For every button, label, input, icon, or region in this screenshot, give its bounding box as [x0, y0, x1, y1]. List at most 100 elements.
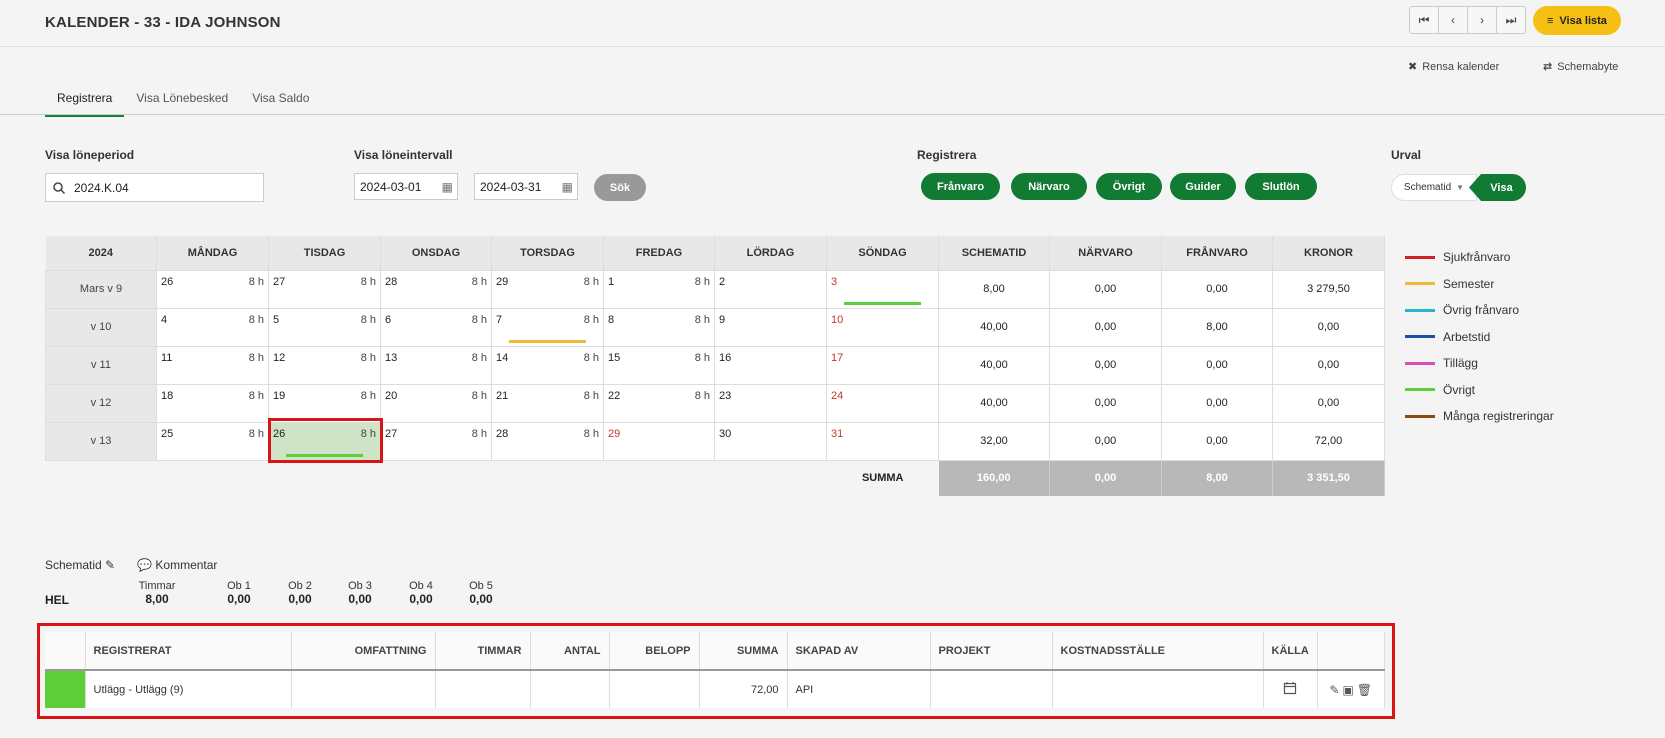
legend-label: Tillägg — [1443, 356, 1478, 371]
day-hours: 8 h — [248, 427, 264, 440]
day-number: 27 — [273, 275, 286, 288]
calendar-day-cell[interactable]: 30 — [714, 421, 827, 461]
calendar-day-cell[interactable]: 2 — [714, 269, 827, 309]
ob-header: Ob 1 — [227, 580, 251, 592]
week-sum-cell: 0,00 — [1272, 307, 1385, 347]
calendar-day-cell[interactable]: 29 8 h — [491, 269, 604, 309]
slutlon-button[interactable]: Slutlön — [1245, 173, 1317, 200]
narvaro-button[interactable]: Närvaro — [1011, 173, 1087, 200]
calendar-day-cell[interactable]: 24 — [826, 383, 939, 423]
calendar-day-cell[interactable]: 23 — [714, 383, 827, 423]
calendar-day-cell[interactable]: 13 8 h — [380, 345, 492, 385]
week-sum-cell: 72,00 — [1272, 421, 1385, 461]
image-icon[interactable]: ▣ — [1343, 683, 1354, 697]
calendar-day-cell[interactable]: 29 — [603, 421, 715, 461]
trash-icon[interactable]: 🗑 — [1357, 683, 1372, 697]
ob-value: 8,00 — [145, 592, 169, 606]
total-cell: 8,00 — [1161, 460, 1273, 496]
calendar-day-cell[interactable]: 12 8 h — [268, 345, 381, 385]
day-hours: 8 h — [471, 313, 487, 326]
calendar-day-cell[interactable]: 28 8 h — [491, 421, 604, 461]
ob-column: Ob 1 0,00 — [226, 580, 252, 606]
projekt-cell — [930, 670, 1053, 708]
calendar-day-cell[interactable]: 4 8 h — [156, 307, 269, 347]
sok-button[interactable]: Sök — [594, 174, 646, 201]
rensa-kalender-button[interactable]: ✖ Rensa kalender — [1408, 60, 1499, 74]
calendar-day-cell[interactable]: 6 8 h — [380, 307, 492, 347]
calendar-day-cell[interactable]: 22 8 h — [603, 383, 715, 423]
calendar-day-cell[interactable]: 19 8 h — [268, 383, 381, 423]
calendar-day-cell[interactable]: 25 8 h — [156, 421, 269, 461]
calendar-day-cell[interactable]: 20 8 h — [380, 383, 492, 423]
day-hours: 8 h — [583, 389, 599, 402]
legend-label: Arbetstid — [1443, 329, 1491, 344]
schematid-edit-button[interactable]: Schematid ✎ — [45, 558, 115, 572]
ob-column: Ob 5 0,00 — [468, 580, 494, 606]
last-page-icon[interactable]: ⏭ — [1496, 6, 1526, 34]
date-from-input[interactable]: 2024-03-01 ▦ — [354, 173, 458, 200]
prev-page-icon[interactable]: ‹ — [1438, 6, 1468, 34]
tab-visa-saldo[interactable]: Visa Saldo — [240, 88, 321, 117]
date-to-input[interactable]: 2024-03-31 ▦ — [474, 173, 578, 200]
week-sum-cell: 3 279,50 — [1272, 269, 1385, 309]
calendar-day-cell[interactable]: 28 8 h — [380, 269, 492, 309]
table-row[interactable]: Utlägg - Utlägg (9) 72,00 API ✎ ▣ 🗑 — [45, 670, 1385, 708]
selected-day-highlight — [268, 418, 383, 463]
divider — [0, 46, 1665, 47]
tab-registrera[interactable]: Registrera — [45, 88, 125, 117]
day-header: SÖNDAG — [826, 236, 939, 270]
day-hours: 8 h — [583, 427, 599, 440]
calendar-day-cell[interactable]: 11 8 h — [156, 345, 269, 385]
ob-header: Ob 2 — [288, 580, 312, 592]
urval-visa-button[interactable]: Visa — [1469, 174, 1526, 201]
schemabyte-button[interactable]: ⇄ Schemabyte — [1543, 60, 1618, 74]
tab-visa-lonebesked[interactable]: Visa Lönebesked — [124, 88, 240, 117]
day-number: 18 — [161, 389, 174, 402]
franvaro-button[interactable]: Frånvaro — [921, 173, 1000, 200]
calendar-day-cell[interactable]: 8 8 h — [603, 307, 715, 347]
day-number: 10 — [831, 313, 844, 326]
day-hours: 8 h — [360, 275, 376, 288]
guider-button[interactable]: Guider — [1170, 173, 1236, 200]
visa-lista-button[interactable]: ≡ Visa lista — [1533, 6, 1621, 35]
calendar-day-cell[interactable]: 17 — [826, 345, 939, 385]
ob-column: Ob 4 0,00 — [408, 580, 434, 606]
timmar-cell — [435, 670, 531, 708]
calendar-day-cell[interactable]: 21 8 h — [491, 383, 604, 423]
first-page-icon[interactable]: ⏮ — [1409, 6, 1439, 34]
calendar-day-cell[interactable]: 1 8 h — [603, 269, 715, 309]
calendar-day-cell[interactable]: 31 — [826, 421, 939, 461]
week-sum-cell: 0,00 — [1272, 383, 1385, 423]
calendar-day-cell[interactable]: 10 — [826, 307, 939, 347]
calendar-day-cell[interactable]: 7 8 h — [491, 307, 604, 347]
actions-cell: ✎ ▣ 🗑 — [1317, 670, 1385, 708]
week-label: v 13 — [45, 421, 157, 461]
ovrigt-button[interactable]: Övrigt — [1096, 173, 1162, 200]
loneperiod-input[interactable]: 2024.K.04 — [45, 173, 264, 202]
calendar-day-cell[interactable]: 27 8 h — [268, 269, 381, 309]
calendar-day-cell[interactable]: 18 8 h — [156, 383, 269, 423]
edit-icon[interactable]: ✎ — [1329, 683, 1339, 697]
hel-label: HEL — [45, 593, 69, 607]
day-number: 29 — [608, 427, 621, 440]
calendar-day-cell[interactable]: 14 8 h — [491, 345, 604, 385]
calendar-day-cell[interactable]: 16 — [714, 345, 827, 385]
calendar-icon[interactable]: ▦ — [562, 180, 573, 194]
tab-bar: Registrera Visa Lönebesked Visa Saldo — [45, 88, 321, 117]
calendar-icon[interactable]: ▦ — [442, 180, 453, 194]
calendar-day-cell[interactable]: 27 8 h — [380, 421, 492, 461]
calendar-day-cell[interactable]: 9 — [714, 307, 827, 347]
calendar-day-cell[interactable]: 5 8 h — [268, 307, 381, 347]
week-sum-cell: 40,00 — [938, 383, 1050, 423]
ob-column: Ob 3 0,00 — [347, 580, 373, 606]
ob-value: 0,00 — [469, 592, 493, 606]
week-sum-cell: 0,00 — [1161, 383, 1273, 423]
kommentar-button[interactable]: 💬 Kommentar — [137, 558, 217, 572]
day-number: 2 — [719, 275, 726, 288]
urval-select[interactable]: Schematid ▼ — [1391, 174, 1477, 201]
calendar-day-cell[interactable]: 26 8 h — [156, 269, 269, 309]
next-page-icon[interactable]: › — [1467, 6, 1497, 34]
calendar-day-cell[interactable]: 15 8 h — [603, 345, 715, 385]
calendar-day-cell[interactable]: 3 — [826, 269, 939, 309]
day-number: 11 — [161, 351, 173, 364]
